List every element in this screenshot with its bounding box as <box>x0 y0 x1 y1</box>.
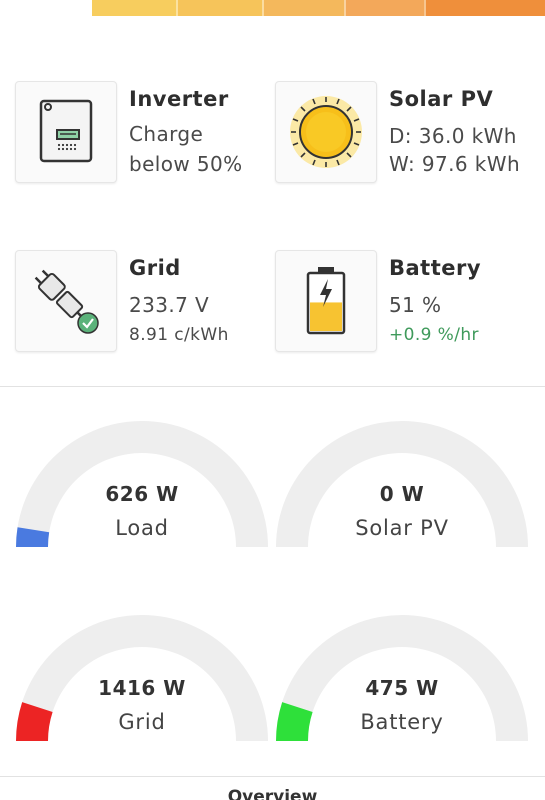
topbar-segment <box>92 0 178 16</box>
solar-daily-energy: D: 36.0 kWh <box>389 124 517 148</box>
battery-gauge-label: Battery <box>360 710 444 734</box>
solar-pv-card[interactable]: Solar PV D: 36.0 kWh W: 97.6 kWh <box>275 81 535 191</box>
section-divider <box>0 386 545 387</box>
inverter-card[interactable]: Inverter Charge below 50% <box>15 81 275 191</box>
solar-pv-gauge[interactable]: 0 W Solar PV <box>275 420 535 560</box>
bottom-tab-bar: Overview <box>0 784 545 800</box>
topbar-segment <box>426 0 545 16</box>
load-label: Load <box>115 516 169 540</box>
solar-label: Solar PV <box>355 516 449 540</box>
battery-icon <box>275 250 377 352</box>
tab-overview[interactable]: Overview <box>0 787 545 800</box>
grid-label: Grid <box>118 710 166 734</box>
solar-power-value: 0 W <box>379 482 425 506</box>
grid-voltage: 233.7 V <box>129 293 210 317</box>
grid-tariff: 8.91 c/kWh <box>129 325 229 345</box>
grid-gauge[interactable]: 1416 W Grid <box>15 614 275 754</box>
solar-weekly-energy: W: 97.6 kWh <box>389 152 521 176</box>
load-power-value: 626 W <box>105 482 179 506</box>
inverter-status-line1: Charge <box>129 122 204 146</box>
grid-card[interactable]: Grid 233.7 V 8.91 c/kWh <box>15 250 275 360</box>
topbar-margin <box>0 0 92 16</box>
tabbar-divider <box>0 776 545 777</box>
sun-icon <box>275 81 377 183</box>
grid-power-value: 1416 W <box>98 676 186 700</box>
battery-percent: 51 % <box>389 293 442 317</box>
battery-rate: +0.9 %/hr <box>389 325 479 345</box>
topbar-segment <box>346 0 426 16</box>
inverter-title: Inverter <box>129 87 229 111</box>
battery-card[interactable]: Battery 51 % +0.9 %/hr <box>275 250 535 360</box>
solar-pv-title: Solar PV <box>389 87 494 111</box>
topbar-segment <box>178 0 264 16</box>
battery-level-fill <box>310 302 342 331</box>
battery-gauge[interactable]: 475 W Battery <box>275 614 535 754</box>
inverter-icon <box>15 81 117 183</box>
battery-title: Battery <box>389 256 482 280</box>
top-progress-bar <box>0 0 545 16</box>
grid-title: Grid <box>129 256 181 280</box>
plug-icon <box>15 250 117 352</box>
load-gauge[interactable]: 626 W Load <box>15 420 275 560</box>
inverter-status-line2: below 50% <box>129 152 243 176</box>
topbar-segment <box>264 0 346 16</box>
battery-power-value: 475 W <box>365 676 439 700</box>
